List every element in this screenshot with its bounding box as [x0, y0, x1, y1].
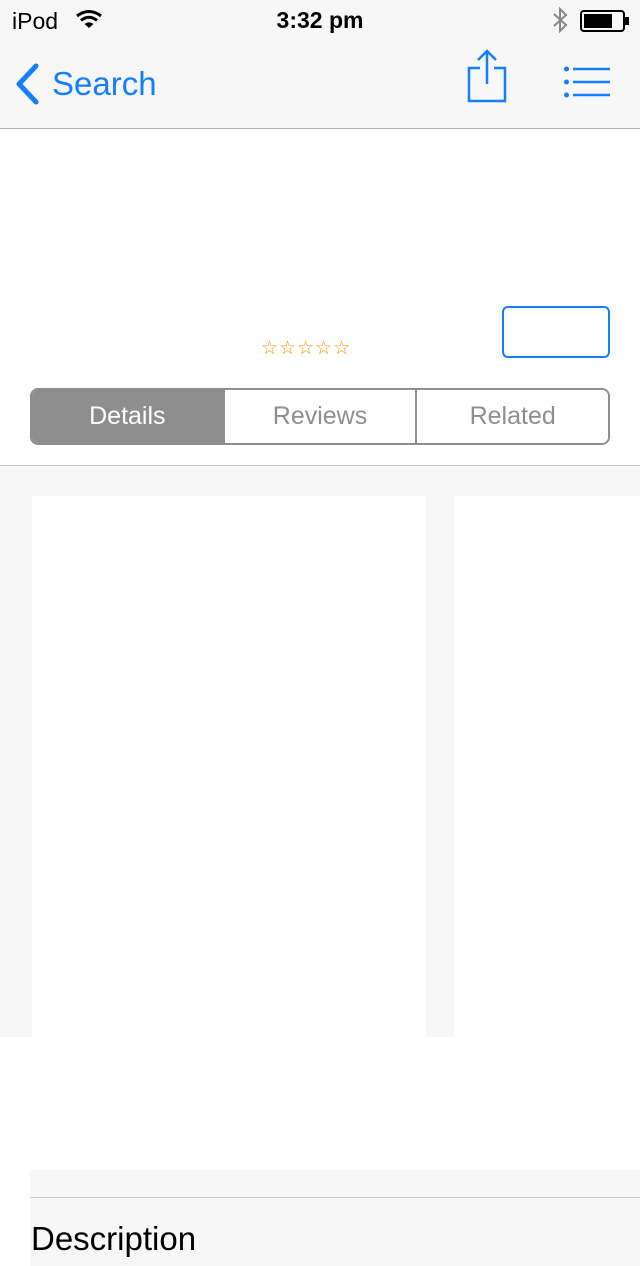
screenshot-carousel[interactable] [0, 466, 640, 1037]
navigation-bar: Search [0, 40, 640, 129]
battery-icon [580, 10, 629, 32]
screenshot-image [454, 496, 640, 1037]
back-button[interactable]: Search [14, 62, 157, 106]
chevron-left-icon [16, 63, 39, 105]
tab-details[interactable]: Details [32, 390, 223, 443]
app-header: ☆☆☆☆☆ Details Reviews Related [0, 130, 640, 466]
tab-reviews[interactable]: Reviews [222, 390, 416, 443]
divider [30, 1197, 640, 1198]
share-icon[interactable] [466, 48, 508, 104]
segmented-control: Details Reviews Related [30, 388, 610, 445]
rating-stars: ☆☆☆☆☆ [261, 338, 352, 359]
list-icon[interactable] [564, 66, 610, 98]
tab-related[interactable]: Related [415, 390, 608, 443]
description-heading: Description [31, 1220, 197, 1257]
back-button-label: Search [52, 65, 157, 102]
get-button[interactable] [502, 306, 610, 358]
status-bar: iPod 3:32 pm [0, 0, 640, 40]
bluetooth-icon [553, 7, 568, 33]
screenshot-image [32, 496, 426, 1037]
status-time: 3:32 pm [276, 7, 364, 33]
